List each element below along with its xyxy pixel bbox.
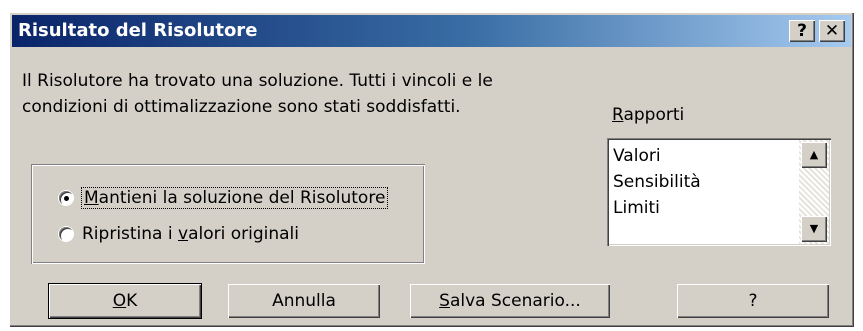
scroll-down-icon[interactable]: ▼ <box>801 216 827 242</box>
help-button[interactable]: ? <box>677 284 829 318</box>
cancel-button[interactable]: Annulla <box>228 284 380 318</box>
dialog-title: Risultato del Risolutore <box>18 20 258 41</box>
help-title-button[interactable]: ? <box>789 20 815 42</box>
message-line-1: Il Risolutore ha trovato una soluzione. … <box>22 71 493 91</box>
keep-solution-radio[interactable] <box>59 191 73 205</box>
scroll-up-icon[interactable]: ▲ <box>801 142 827 168</box>
save-scenario-button[interactable]: Salva Scenario... <box>410 284 610 318</box>
reports-label: Rapporti <box>612 105 685 125</box>
restore-values-radio[interactable] <box>59 227 73 241</box>
ok-button[interactable]: OK <box>49 284 201 318</box>
close-button[interactable]: ✕ <box>819 20 845 42</box>
options-group: Mantieni la soluzione del Risolutore Rip… <box>31 164 425 264</box>
result-message: Il Risolutore ha trovato una soluzione. … <box>22 68 642 120</box>
solver-results-dialog: Risultato del Risolutore ? ✕ Il Risoluto… <box>9 12 854 327</box>
title-bar: Risultato del Risolutore ? ✕ <box>12 15 851 47</box>
keep-solution-option[interactable]: Mantieni la soluzione del Risolutore <box>59 187 389 209</box>
reports-scrollbar[interactable]: ▲ ▼ <box>799 140 829 244</box>
restore-values-option[interactable]: Ripristina i valori originali <box>59 224 299 244</box>
restore-values-label[interactable]: Ripristina i valori originali <box>82 224 299 244</box>
reports-listbox[interactable]: Valori Sensibilità Limiti ▲ ▼ <box>607 138 831 246</box>
message-line-2: condizioni di ottimalizzazione sono stat… <box>22 97 461 117</box>
keep-solution-label[interactable]: Mantieni la soluzione del Risolutore <box>80 187 389 209</box>
